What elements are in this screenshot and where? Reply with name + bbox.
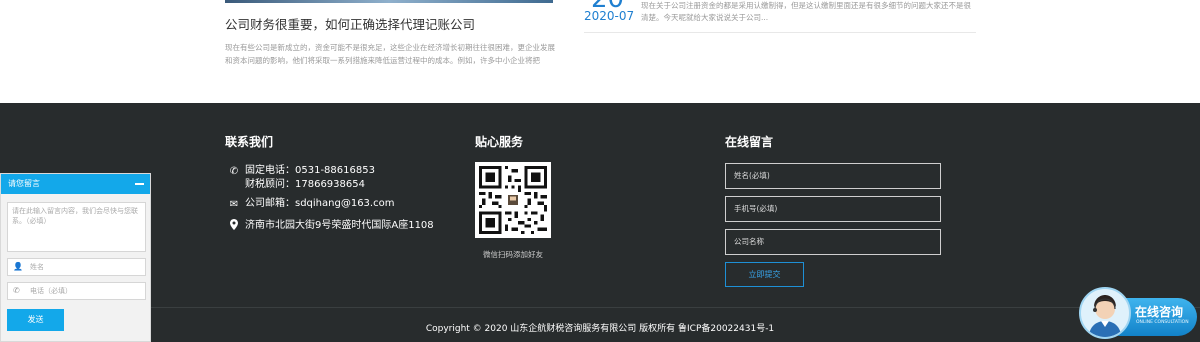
copyright: Copyright © 2020 山东企航财税咨询服务有限公司 版权所有 鲁IC… — [425, 324, 775, 334]
leave-phone-placeholder: 电话（必填） — [30, 287, 72, 295]
footer: 联系我们 ✆ 固定电话：0531-88616853 财税顾问：178669386… — [0, 103, 1200, 342]
news-excerpt: 现在有些公司是新成立的，资金可能不是很充足，这些企业在经济增长初期往往很困难，更… — [225, 43, 555, 65]
leave-message-title: 请您留言 — [8, 179, 40, 188]
send-button[interactable]: 发送 — [7, 309, 64, 331]
location-pin-icon — [229, 219, 239, 235]
divider — [584, 32, 976, 33]
online-consultation-button[interactable]: 在线咨询 ONLINE CONSULTATION — [1079, 287, 1197, 339]
contact-title: 联系我们 — [225, 135, 274, 149]
leave-name-placeholder: 姓名 — [30, 263, 44, 271]
footer-divider — [0, 307, 1200, 308]
phone-field[interactable]: 手机号(必填) — [725, 196, 941, 222]
phone-icon: ✆ — [13, 286, 20, 295]
news-thumbnail[interactable] — [225, 0, 553, 3]
leave-phone-input[interactable]: ✆ 电话（必填） — [7, 282, 146, 300]
envelope-icon: ✉ — [229, 199, 239, 210]
agent-avatar — [1079, 287, 1131, 339]
submit-button[interactable]: 立即提交 — [725, 262, 804, 287]
news-excerpt-2[interactable]: 现在关于公司注册资金的都是采用认缴制得，但是这认缴制里面还是有很多细节的问题大家… — [641, 0, 971, 24]
news-section: 公司财务很重要，如何正确选择代理记账公司 现在有些公司是新成立的，资金可能不是很… — [0, 0, 1200, 103]
company-field[interactable]: 公司名称 — [725, 229, 941, 255]
leave-name-input[interactable]: 👤 姓名 — [7, 258, 146, 276]
message-textarea[interactable]: 请在此输入留言内容，我们会尽快与您联系。（必填） — [7, 202, 146, 252]
user-icon: 👤 — [13, 262, 23, 271]
message-title: 在线留言 — [725, 135, 774, 149]
leave-message-header[interactable]: 请您留言 — [1, 174, 150, 194]
minimize-icon[interactable] — [135, 183, 144, 185]
online-consultation-label: 在线咨询 — [1135, 305, 1184, 319]
name-field[interactable]: 姓名(必填) — [725, 163, 941, 189]
wechat-qr-code — [475, 162, 551, 238]
phone-icon: ✆ — [229, 166, 239, 177]
news-date-month: 2020-07 — [584, 9, 635, 23]
phone-text: 固定电话：0531-88616853 — [245, 165, 375, 176]
leave-message-panel: 请您留言 请在此输入留言内容，我们会尽快与您联系。（必填） 👤 姓名 ✆ 电话（… — [0, 173, 151, 342]
advisor-text: 财税顾问：17866938654 — [245, 179, 365, 190]
news-title[interactable]: 公司财务很重要，如何正确选择代理记账公司 — [225, 14, 475, 33]
address-text: 济南市北园大街9号荣盛时代国际A座1108 — [245, 220, 434, 231]
qr-caption: 微信扫码添加好友 — [483, 250, 543, 259]
online-consultation-sub: ONLINE CONSULTATION — [1136, 320, 1189, 325]
service-title: 贴心服务 — [475, 135, 524, 149]
email-text: 公司邮箱：sdqihang@163.com — [245, 198, 395, 209]
